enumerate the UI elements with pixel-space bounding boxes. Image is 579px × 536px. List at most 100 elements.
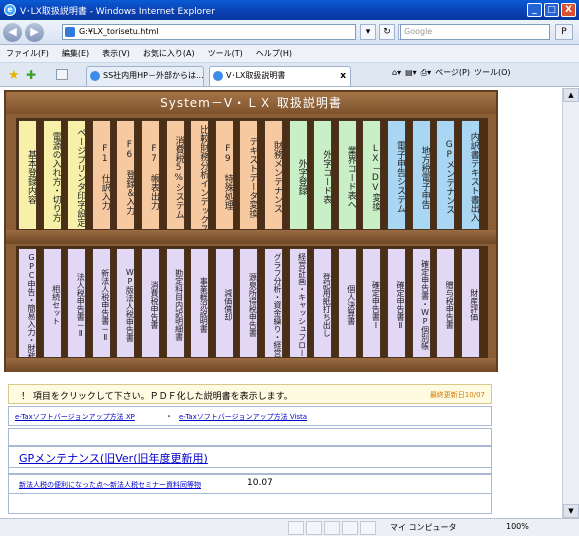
book-row1_books-2[interactable]: ページプリンタ印字設定 xyxy=(67,120,87,230)
etax-xp-link[interactable]: e-Taxソフトバージョンアップ方法 XP xyxy=(15,412,135,422)
book-row2_books-12[interactable]: 登記用紙打ち出し xyxy=(313,248,333,358)
seminar-date: 10.07 xyxy=(247,478,273,488)
book-row1_books-0[interactable]: 基本登録内容 xyxy=(18,120,37,230)
minimize-button[interactable]: _ xyxy=(527,3,542,17)
book-row2_books-9[interactable]: 源泉所得税申告書 xyxy=(239,248,259,358)
vertical-scrollbar[interactable]: ▲ ▼ xyxy=(562,88,579,518)
page-menu[interactable]: ページ(P) xyxy=(435,67,470,78)
last-updated: 最終更新日10/07 xyxy=(429,391,485,399)
forward-button[interactable]: ▶ xyxy=(25,22,44,42)
book-row2_books-8[interactable]: 減価償却 xyxy=(214,248,234,358)
notice-message: ！ 項目をクリックして下さい。ＰＤＦ化した説明書を表示します。 xyxy=(21,392,293,402)
book-row1_books-5[interactable]: F7 帳表出力 xyxy=(141,120,160,230)
window-title: V･LX取扱説明書 - Windows Internet Explorer xyxy=(20,6,215,17)
back-button[interactable]: ◀ xyxy=(3,22,22,42)
book-row2_books-7[interactable]: 事業概況説明書 xyxy=(190,248,210,358)
book-row2_books-0[interactable]: GPC申告・簡易入力・財務諸表 xyxy=(18,248,37,358)
book-row2_books-16[interactable]: 確定申告書・WP個別帳 xyxy=(411,248,431,358)
book-row1_books-13[interactable]: 業界コード表へ xyxy=(337,120,357,230)
search-input[interactable]: Google xyxy=(400,24,550,40)
refresh-icon[interactable]: ↻ xyxy=(379,24,395,40)
window-titlebar: e V･LX取扱説明書 - Windows Internet Explorer … xyxy=(0,0,579,20)
menu-help[interactable]: ヘルプ(H) xyxy=(256,48,292,59)
book-row1_books-8[interactable]: F9 特殊処理 xyxy=(214,120,234,230)
feeds-icon[interactable]: ▤▾ xyxy=(405,68,417,77)
gp-maintenance-row: GPメンテナンス(旧Ver(旧年度更新用) xyxy=(8,446,492,468)
shelf-row-upper: 基本登録内容 電源の入れ方・切り方 ページプリンタ印字設定 F1 仕訳入力 F6 登録＆… xyxy=(16,118,488,230)
book-row1_books-1[interactable]: 電源の入れ方・切り方 xyxy=(42,120,62,230)
tab-vlx-manual[interactable]: V･LX取扱説明書 x xyxy=(209,66,351,86)
etax-vista-link[interactable]: e-Taxソフトバージョンアップ方法 Vista xyxy=(179,412,307,422)
book-row1_books-18[interactable]: 内訳書テキスト書出入 xyxy=(460,120,480,230)
tab-label: V･LX取扱説明書 xyxy=(226,71,286,80)
spacer-row xyxy=(8,428,492,446)
book-row1_books-11[interactable]: 外字登録 xyxy=(288,120,308,230)
book-row1_books-9[interactable]: テキストデータ変換 xyxy=(239,120,259,230)
book-row2_books-11[interactable]: 経営計画・キャッシュフロー xyxy=(288,248,308,358)
tab-close-icon[interactable]: x xyxy=(340,67,346,85)
book-row1_books-4[interactable]: F6 登録＆入力 xyxy=(116,120,136,230)
quick-tabs-icon[interactable] xyxy=(56,69,68,80)
book-row2_books-17[interactable]: 贈与税申告書 xyxy=(436,248,456,358)
tab-ss-homepage[interactable]: SS社内用HP－外部からは... xyxy=(86,66,204,86)
book-row1_books-10[interactable]: 財務メンテナンス xyxy=(264,120,283,230)
tab-page-icon xyxy=(90,71,100,81)
address-input[interactable]: G:¥LX_torisetu.html xyxy=(62,24,356,40)
menu-bar: ファイル(F) 編集(E) 表示(V) お気に入り(A) ツール(T) ヘルプ(… xyxy=(0,45,579,63)
tab-page-icon xyxy=(213,71,223,81)
book-row2_books-10[interactable]: グラフ分析・資金繰り・経営分析 xyxy=(264,248,283,358)
book-row2_books-1[interactable]: 相続セット xyxy=(42,248,62,358)
seminar-link[interactable]: 新法人税の便利になった点～新法人税セミナー資料同等物 xyxy=(19,480,201,490)
book-row1_books-3[interactable]: F1 仕訳入力 xyxy=(91,120,111,230)
book-row1_books-17[interactable]: GPメンテナンス xyxy=(436,120,456,230)
book-row2_books-6[interactable]: 勘定科目内訳明細書 xyxy=(165,248,185,358)
scroll-up-icon[interactable]: ▲ xyxy=(563,88,579,102)
tab-label: SS社内用HP－外部からは... xyxy=(103,71,204,80)
address-toolbar: ◀ ▶ G:¥LX_torisetu.html ▾ ↻ ✕ Google P xyxy=(0,20,579,45)
page-icon xyxy=(65,27,75,37)
window-controls: _ □ X xyxy=(527,3,576,17)
dropdown-icon[interactable]: ▾ xyxy=(360,24,376,40)
menu-favorites[interactable]: お気に入り(A) xyxy=(143,48,195,59)
book-row2_books-15[interactable]: 確定申告書Ⅱ xyxy=(387,248,406,358)
book-row2_books-3[interactable]: 新法人税申告書－Ⅱ xyxy=(91,248,111,358)
book-row1_books-15[interactable]: 電子申告システム xyxy=(387,120,406,230)
print-icon[interactable]: ⎙▾ xyxy=(421,68,431,78)
book-row2_books-13[interactable]: 個人決算書 xyxy=(337,248,357,358)
book-row1_books-12[interactable]: 外字コード表 xyxy=(313,120,333,230)
book-row1_books-16[interactable]: 地方税電子申告 xyxy=(411,120,431,230)
shelf-row-lower: GPC申告・簡易入力・財務諸表 相続セット 法人税申告書－Ⅱ 新法人税申告書－Ⅱ WP版… xyxy=(16,246,488,358)
etax-links-row: e-Taxソフトバージョンアップ方法 XP ・ e-Taxソフトバージョンアップ… xyxy=(8,406,492,426)
notice-row: ！ 項目をクリックして下さい。ＰＤＦ化した説明書を表示します。 最終更新日10/… xyxy=(8,384,492,404)
add-favorite-icon[interactable]: ✚ xyxy=(26,68,36,82)
security-zone: マイ コンピュータ xyxy=(390,523,457,532)
book-row2_books-14[interactable]: 確定申告書Ⅰ xyxy=(362,248,382,358)
menu-tools[interactable]: ツール(T) xyxy=(208,48,243,59)
home-icon[interactable]: ⌂▾ xyxy=(392,68,401,77)
book-row1_books-14[interactable]: LX－DV変換 xyxy=(362,120,382,230)
book-row1_books-6[interactable]: 消費税5%システム xyxy=(165,120,185,230)
tab-bar: ★ ✚ SS社内用HP－外部からは... V･LX取扱説明書 x ⌂▾ ▤▾ ⎙… xyxy=(0,63,579,87)
ie-logo-icon: e xyxy=(4,4,16,16)
gp-maintenance-link[interactable]: GPメンテナンス(旧Ver(旧年度更新用) xyxy=(19,450,208,466)
search-button[interactable]: P xyxy=(555,24,573,40)
book-row2_books-18[interactable]: 財産評価 xyxy=(460,248,480,358)
close-window-button[interactable]: X xyxy=(561,3,576,17)
address-url: G:¥LX_torisetu.html xyxy=(79,27,159,36)
command-bar: ⌂▾ ▤▾ ⎙▾ ページ(P) ツール(O) xyxy=(392,67,511,78)
menu-edit[interactable]: 編集(E) xyxy=(62,48,89,59)
tools-menu[interactable]: ツール(O) xyxy=(474,67,511,78)
link-separator: ・ xyxy=(165,412,173,421)
maximize-button[interactable]: □ xyxy=(544,3,559,17)
book-row1_books-7[interactable]: 比較財務分析インデックス xyxy=(190,120,210,230)
book-row2_books-5[interactable]: 消費税申告書 xyxy=(141,248,160,358)
book-row2_books-4[interactable]: WP版法人税申告書 xyxy=(116,248,136,358)
menu-file[interactable]: ファイル(F) xyxy=(6,48,49,59)
menu-view[interactable]: 表示(V) xyxy=(102,48,130,59)
bookshelf: System－V・ＬＸ 取扱説明書 基本登録内容 電源の入れ方・切り方 ページプリン… xyxy=(4,90,498,372)
scroll-down-icon[interactable]: ▼ xyxy=(563,504,579,518)
empty-row xyxy=(8,494,492,514)
favorites-star-icon[interactable]: ★ xyxy=(8,68,20,83)
book-row2_books-2[interactable]: 法人税申告書－Ⅱ xyxy=(67,248,87,358)
zoom-level[interactable]: 100% xyxy=(506,522,529,531)
